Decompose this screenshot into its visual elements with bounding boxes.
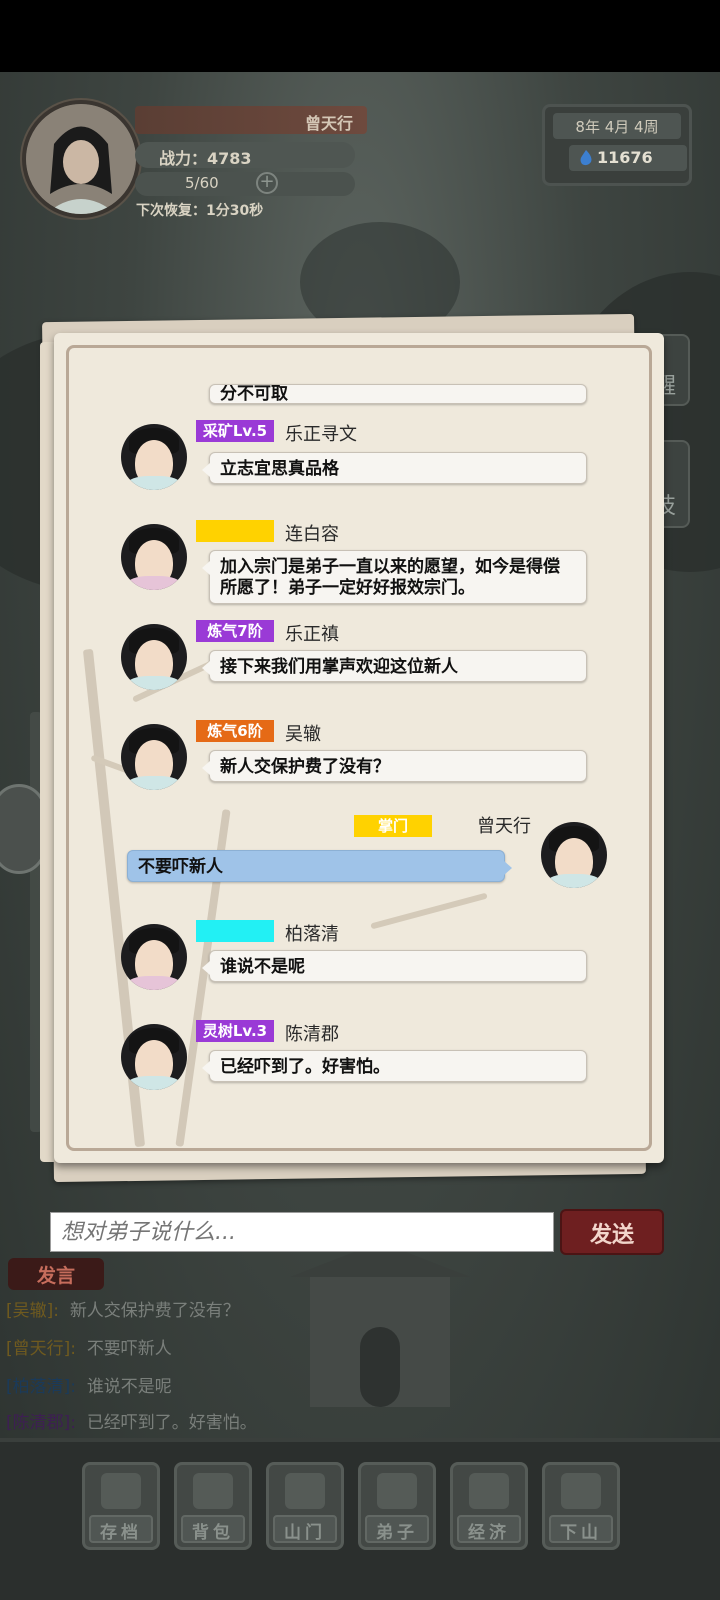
master-badge: 掌门 (354, 815, 432, 837)
log-speaker: [吴辙]: (6, 1301, 59, 1321)
disciple-badge (196, 520, 274, 542)
game-date: 8年 4月 4周 (553, 113, 681, 139)
log-line: [柏落清]: 谁说不是呢 (6, 1372, 172, 1397)
nav-button-economy[interactable]: 经济 (450, 1462, 528, 1550)
nav-label: 下山 (549, 1515, 613, 1543)
nav-button-descend[interactable]: 下山 (542, 1462, 620, 1550)
speech-tab[interactable]: 发言 (8, 1258, 104, 1290)
gate-icon (285, 1473, 325, 1509)
disciple-name: 乐正禛 (285, 624, 339, 645)
mountain-icon (561, 1473, 601, 1509)
chat-message-input[interactable] (50, 1212, 554, 1252)
nav-label: 经济 (457, 1515, 521, 1543)
nav-button-gate[interactable]: 山门 (266, 1462, 344, 1550)
recover-timer: 下次恢复：1分30秒 (136, 203, 264, 219)
disciple-avatar[interactable] (121, 924, 187, 990)
disciple-badge: 采矿Lv.5 (196, 420, 274, 442)
log-speaker: [曾天行]: (6, 1339, 76, 1359)
master-name: 曾天行 (477, 816, 531, 837)
add-stamina-button[interactable]: + (256, 172, 278, 194)
log-line: [陈清郡]: 已经吓到了。好害怕。 (6, 1408, 257, 1433)
send-button[interactable]: 发送 (562, 1211, 662, 1253)
log-line: [吴辙]: 新人交保护费了没有？ (6, 1296, 240, 1321)
log-line: [曾天行]: 不要吓新人 (6, 1334, 172, 1359)
nav-label: 背包 (181, 1515, 245, 1543)
disciple-avatar[interactable] (121, 424, 187, 490)
master-avatar[interactable] (541, 822, 607, 888)
book-icon (101, 1473, 141, 1509)
dialog-frame: 分不可取 采矿Lv.5 乐正寻文 立志宜思真品格 连白容 加入宗门是弟子一直以来… (66, 345, 652, 1151)
chat-bubble: 已经吓到了。好害怕。 (202, 1050, 587, 1082)
disciple-name: 陈清郡 (285, 1024, 339, 1045)
log-speaker: [柏落清]: (6, 1377, 76, 1397)
spirit-stone-value: 11676 (597, 148, 653, 167)
stamina-value: 5/60 (135, 172, 355, 196)
chat-message-list[interactable]: 分不可取 采矿Lv.5 乐正寻文 立志宜思真品格 连白容 加入宗门是弟子一直以来… (69, 348, 649, 1148)
sect-gate-building (290, 1242, 470, 1407)
economy-icon (469, 1473, 509, 1509)
log-text: 新人交保护费了没有？ (69, 1301, 240, 1321)
chat-bubble: 分不可取 (209, 384, 587, 404)
bag-icon (193, 1473, 233, 1509)
log-speaker: [陈清郡]: (6, 1413, 76, 1433)
chat-bubble: 谁说不是呢 (202, 950, 587, 982)
player-avatar[interactable] (22, 100, 140, 218)
bottom-navigation: 存档 背包 山门 弟子 经济 下山 (0, 1438, 720, 1600)
combat-power: 战力：4783 (135, 142, 355, 168)
log-text: 已经吓到了。好害怕。 (86, 1413, 257, 1433)
disciple-badge: 灵树Lv.3 (196, 1020, 274, 1042)
nav-button-disciples[interactable]: 弟子 (358, 1462, 436, 1550)
my-chat-bubble: 不要吓新人 (127, 850, 512, 882)
disciple-name: 吴辙 (285, 724, 321, 745)
system-status-bar (0, 0, 720, 72)
disciple-avatar[interactable] (121, 1024, 187, 1090)
disciple-badge (196, 920, 274, 942)
log-text: 谁说不是呢 (86, 1377, 172, 1397)
disciple-avatar[interactable] (121, 624, 187, 690)
chat-bubble: 接下来我们用掌声欢迎这位新人 (202, 650, 587, 682)
nav-label: 存档 (89, 1515, 153, 1543)
disciple-name: 连白容 (285, 524, 339, 545)
disciple-badge: 炼气6阶 (196, 720, 274, 742)
spirit-stone-icon (580, 150, 592, 166)
chat-bubble: 加入宗门是弟子一直以来的愿望，如今是得偿所愿了！弟子一定好好报效宗门。 (202, 550, 587, 604)
disciple-badge: 炼气7阶 (196, 620, 274, 642)
disciple-avatar[interactable] (121, 524, 187, 590)
spirit-stone-counter: 11676 (569, 145, 687, 171)
chat-bubble: 立志宜思真品格 (202, 452, 587, 484)
disciple-name: 乐正寻文 (285, 424, 357, 445)
log-text: 不要吓新人 (86, 1339, 172, 1359)
nav-button-save[interactable]: 存档 (82, 1462, 160, 1550)
player-name: 曾天行 (135, 106, 367, 134)
disciple-name: 柏落清 (285, 924, 339, 945)
disciple-icon (377, 1473, 417, 1509)
chat-bubble: 新人交保护费了没有？ (202, 750, 587, 782)
date-panel: 8年 4月 4周 11676 (542, 104, 692, 186)
nav-label: 山门 (273, 1515, 337, 1543)
nav-label: 弟子 (365, 1515, 429, 1543)
nav-button-bag[interactable]: 背包 (174, 1462, 252, 1550)
disciple-avatar[interactable] (121, 724, 187, 790)
disciple-chat-dialog: 分不可取 采矿Lv.5 乐正寻文 立志宜思真品格 连白容 加入宗门是弟子一直以来… (54, 333, 664, 1163)
